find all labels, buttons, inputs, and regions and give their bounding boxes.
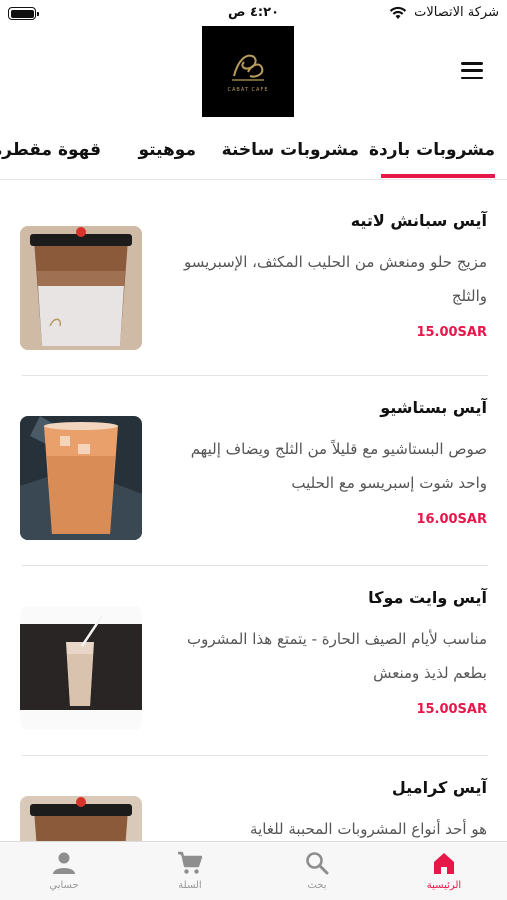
user-icon bbox=[53, 852, 75, 874]
product-item[interactable]: آيس سبانش لاتيه مزيج حلو ومنعش من الحليب… bbox=[0, 181, 507, 376]
carrier-name: شركة الاتصالات bbox=[414, 5, 499, 20]
product-title: آيس وايت موكا bbox=[368, 588, 487, 607]
cart-icon bbox=[178, 851, 203, 874]
product-title: آيس بستاشيو bbox=[380, 398, 487, 417]
product-price: 15.00SAR bbox=[416, 702, 487, 717]
product-list: آيس سبانش لاتيه مزيج حلو ومنعش من الحليب… bbox=[0, 181, 507, 841]
nav-account-label: حسابي bbox=[49, 880, 79, 891]
nav-cart-label: السلة bbox=[178, 880, 202, 891]
nav-search-label: بحث bbox=[307, 880, 327, 891]
hamburger-menu-icon[interactable] bbox=[461, 62, 483, 79]
status-bar: ٤:٢٠ ص شركة الاتصالات bbox=[0, 0, 507, 26]
home-icon bbox=[434, 853, 454, 874]
product-price: 15.00SAR bbox=[416, 325, 487, 340]
product-description: مزيج حلو ومنعش من الحليب المكثف، الإسبري… bbox=[183, 253, 487, 305]
product-description: صوص البستاشيو مع قليلاً من الثلج ويضاف إ… bbox=[190, 440, 487, 492]
tab-drip-coffee[interactable]: قهوة مقطرة bbox=[0, 140, 101, 160]
tab-cold-drinks[interactable]: مشروبات باردة bbox=[369, 140, 495, 160]
tab-hot-drinks[interactable]: مشروبات ساخنة bbox=[222, 140, 359, 160]
cafe-logo[interactable]: CABAT CAFE bbox=[202, 26, 294, 117]
category-tabs: مشروبات باردة مشروبات ساخنة موهيتو قهوة … bbox=[0, 132, 507, 180]
bottom-nav: الرئيسية بحث السلة حسابي bbox=[0, 841, 507, 900]
product-image[interactable] bbox=[20, 416, 142, 540]
product-item[interactable]: آيس وايت موكا مناسب لأيام الصيف الحارة -… bbox=[0, 566, 507, 756]
product-image[interactable] bbox=[20, 226, 142, 350]
product-item[interactable]: آيس كراميل هو أحد أنواع المشروبات المحبب… bbox=[0, 756, 507, 841]
product-price: 16.00SAR bbox=[416, 512, 487, 527]
active-tab-indicator bbox=[381, 174, 495, 178]
product-image[interactable] bbox=[20, 796, 142, 841]
product-item[interactable]: آيس بستاشيو صوص البستاشيو مع قليلاً من ا… bbox=[0, 376, 507, 566]
nav-home-label: الرئيسية bbox=[426, 880, 462, 891]
product-title: آيس سبانش لاتيه bbox=[350, 211, 487, 230]
wifi-icon bbox=[389, 6, 407, 19]
product-title: آيس كراميل bbox=[391, 778, 487, 797]
logo-mark-icon bbox=[232, 54, 264, 81]
product-image[interactable] bbox=[20, 606, 142, 730]
nav-account[interactable]: حسابي bbox=[14, 842, 114, 900]
logo-text: CABAT CAFE bbox=[227, 87, 269, 93]
search-icon bbox=[306, 852, 329, 875]
tab-mojito[interactable]: موهيتو bbox=[138, 140, 196, 160]
nav-cart[interactable]: السلة bbox=[140, 842, 240, 900]
product-description: مناسب لأيام الصيف الحارة - يتمتع هذا الم… bbox=[187, 630, 487, 682]
nav-search[interactable]: بحث bbox=[267, 842, 367, 900]
nav-home[interactable]: الرئيسية bbox=[394, 842, 494, 900]
product-description: هو أحد أنواع المشروبات المحببة للغاية bbox=[250, 820, 487, 838]
